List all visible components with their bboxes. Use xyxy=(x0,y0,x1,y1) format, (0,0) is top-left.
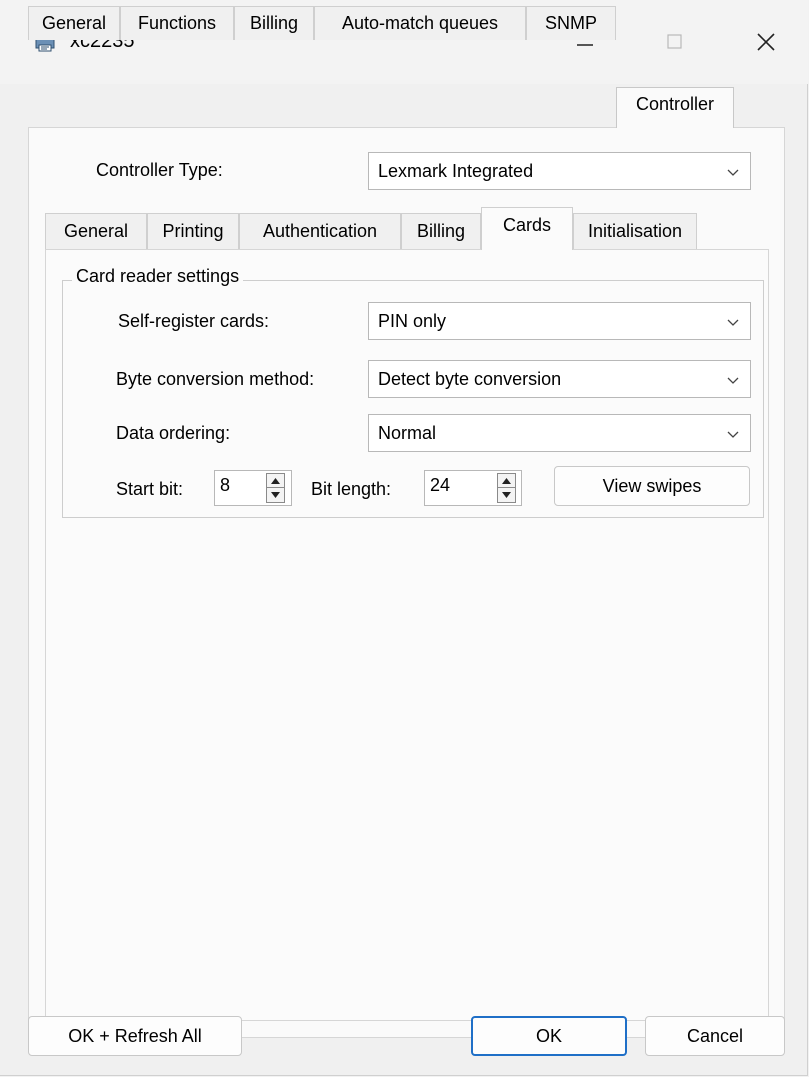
spin-up-icon[interactable] xyxy=(498,474,515,488)
chevron-down-icon xyxy=(727,319,739,326)
card-reader-settings-title: Card reader settings xyxy=(72,266,244,287)
tab-functions[interactable]: Functions xyxy=(120,6,234,40)
chevron-down-icon xyxy=(727,169,739,176)
spin-down-icon[interactable] xyxy=(498,488,515,502)
data-ordering-select[interactable]: Normal xyxy=(368,414,751,452)
subtab-general[interactable]: General xyxy=(45,213,147,249)
properties-window: xc2235 General Functions Billing Auto-ma… xyxy=(0,0,808,1076)
data-ordering-value: Normal xyxy=(378,423,437,443)
controller-type-label: Controller Type: xyxy=(96,160,223,180)
controller-type-value: Lexmark Integrated xyxy=(378,161,534,181)
start-bit-value: 8 xyxy=(220,475,231,495)
byte-conversion-method-label: Byte conversion method: xyxy=(116,369,315,389)
start-bit-label: Start bit: xyxy=(116,479,184,499)
chevron-down-icon xyxy=(727,377,739,384)
bit-length-label: Bit length: xyxy=(311,479,392,499)
byte-conversion-method-select[interactable]: Detect byte conversion xyxy=(368,360,751,398)
close-icon xyxy=(757,33,775,51)
chevron-down-icon xyxy=(727,431,739,438)
maximize-button[interactable] xyxy=(651,22,699,62)
tab-auto-match-queues[interactable]: Auto-match queues xyxy=(314,6,526,40)
tab-general[interactable]: General xyxy=(28,6,120,40)
self-register-cards-value: PIN only xyxy=(378,311,447,331)
subtab-printing[interactable]: Printing xyxy=(147,213,239,249)
tab-snmp[interactable]: SNMP xyxy=(526,6,616,40)
ok-button[interactable]: OK xyxy=(471,1016,627,1056)
subtab-initialisation[interactable]: Initialisation xyxy=(573,213,697,249)
bit-length-spinner[interactable] xyxy=(497,473,516,503)
tab-controller[interactable]: Controller xyxy=(616,87,734,128)
tab-billing[interactable]: Billing xyxy=(234,6,314,40)
byte-conversion-method-value: Detect byte conversion xyxy=(378,369,562,389)
subtab-billing[interactable]: Billing xyxy=(401,213,481,249)
view-swipes-button[interactable]: View swipes xyxy=(554,466,750,506)
ok-refresh-all-button[interactable]: OK + Refresh All xyxy=(28,1016,242,1056)
close-button[interactable] xyxy=(742,22,790,62)
self-register-cards-select[interactable]: PIN only xyxy=(368,302,751,340)
subtab-authentication[interactable]: Authentication xyxy=(239,213,401,249)
data-ordering-label: Data ordering: xyxy=(116,423,231,443)
controller-type-select[interactable]: Lexmark Integrated xyxy=(368,152,751,190)
spin-down-icon[interactable] xyxy=(267,488,284,502)
self-register-cards-label: Self-register cards: xyxy=(118,311,270,331)
bit-length-value: 24 xyxy=(430,475,451,495)
cancel-button[interactable]: Cancel xyxy=(645,1016,785,1056)
subtab-cards[interactable]: Cards xyxy=(481,207,573,250)
start-bit-spinner[interactable] xyxy=(266,473,285,503)
spin-up-icon[interactable] xyxy=(267,474,284,488)
maximize-icon xyxy=(667,34,682,49)
